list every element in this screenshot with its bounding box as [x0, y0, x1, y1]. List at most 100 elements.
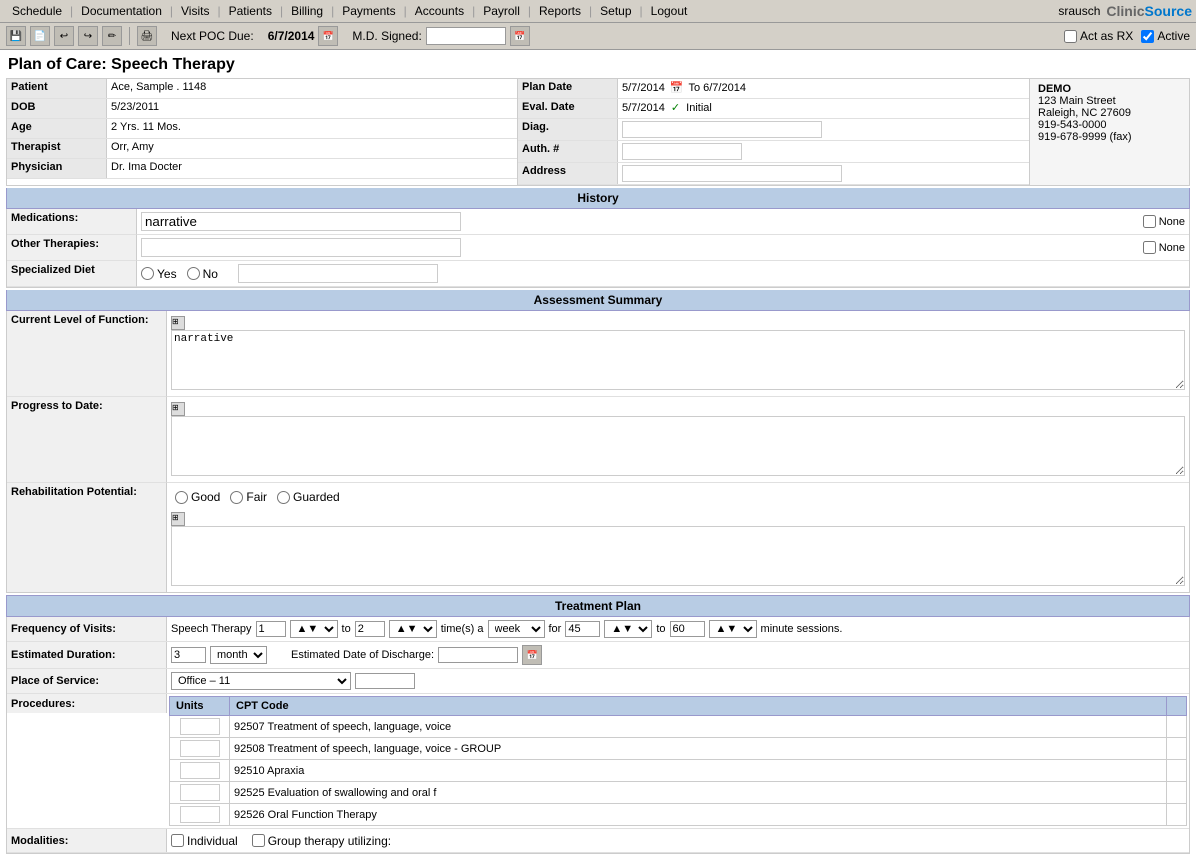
patient-info-left: Patient Ace, Sample . 1148 DOB 5/23/2011… [7, 79, 1029, 185]
diet-no-label[interactable]: No [187, 267, 218, 281]
progress-expand-icon[interactable]: ⊞ [171, 402, 185, 416]
therapist-row: Therapist Orr, Amy [7, 139, 517, 159]
current-level-expand-icon[interactable]: ⊞ [171, 316, 185, 330]
freq-from-spinner[interactable]: ▲▼ [290, 620, 338, 638]
auth-input[interactable] [622, 143, 742, 160]
medications-input[interactable] [141, 212, 461, 231]
diag-input[interactable] [622, 121, 822, 138]
print-icon[interactable]: 🖨 [137, 26, 157, 46]
group-label[interactable]: Group therapy utilizing: [252, 834, 391, 848]
username: srausch [1058, 4, 1100, 18]
individual-checkbox[interactable] [171, 834, 184, 847]
nav-payments[interactable]: Payments [334, 2, 403, 20]
rehab-expand-icon[interactable]: ⊞ [171, 512, 185, 526]
freq-period-select[interactable]: week month [488, 620, 545, 638]
medications-none-checkbox[interactable] [1143, 215, 1156, 228]
edit-icon[interactable]: ✏ [102, 26, 122, 46]
minutes-from-spinner[interactable]: ▲▼ [604, 620, 652, 638]
rehab-good-radio[interactable] [175, 491, 188, 504]
current-level-value: ⊞ narrative [167, 311, 1189, 397]
treatment-section-header: Treatment Plan [6, 595, 1190, 617]
rehab-good-label[interactable]: Good [175, 490, 220, 504]
minutes-to-spinner[interactable]: ▲▼ [709, 620, 757, 638]
forward-icon[interactable]: ↪ [78, 26, 98, 46]
other-therapies-input[interactable] [141, 238, 461, 257]
proc-unit-input[interactable] [180, 718, 220, 735]
rehab-value: Good Fair Guarded ⊞ [167, 483, 1189, 592]
place-select[interactable]: Office – 11 [171, 672, 351, 690]
proc-code-cell: 92510 Apraxia [230, 760, 1167, 782]
diet-yes-radio[interactable] [141, 267, 154, 280]
proc-scroll-cell [1167, 760, 1187, 782]
back-icon[interactable]: ↩ [54, 26, 74, 46]
proc-unit-input[interactable] [180, 740, 220, 757]
progress-textarea[interactable] [171, 416, 1185, 476]
nav-billing[interactable]: Billing [283, 2, 331, 20]
duration-input[interactable] [171, 647, 206, 663]
proc-unit-input[interactable] [180, 784, 220, 801]
plan-date-calendar-icon[interactable]: 📅 [670, 82, 684, 94]
nav-setup[interactable]: Setup [592, 2, 639, 20]
next-poc-calendar-icon[interactable]: 📅 [318, 26, 338, 46]
nav-accounts[interactable]: Accounts [407, 2, 472, 20]
other-therapies-none-label[interactable]: None [1143, 241, 1185, 254]
medications-none-label[interactable]: None [1143, 215, 1185, 228]
proc-code-cell: 92525 Evaluation of swallowing and oral … [230, 782, 1167, 804]
brand-logo: ClinicSource [1106, 3, 1192, 19]
scroll-col [1167, 697, 1187, 716]
diet-yes-label[interactable]: Yes [141, 267, 177, 281]
act-as-rx-checkbox-label[interactable]: Act as RX [1064, 29, 1133, 43]
address-row: Address [518, 163, 1029, 185]
proc-code-cell: 92508 Treatment of speech, language, voi… [230, 738, 1167, 760]
new-icon[interactable]: 📄 [30, 26, 50, 46]
rehab-guarded-label[interactable]: Guarded [277, 490, 340, 504]
act-as-rx-checkbox[interactable] [1064, 30, 1077, 43]
duration-unit-select[interactable]: month week [210, 646, 267, 664]
nav-patients[interactable]: Patients [221, 2, 280, 20]
main-content: Patient Ace, Sample . 1148 DOB 5/23/2011… [0, 78, 1196, 854]
place-value: Office – 11 [167, 669, 1189, 693]
diag-row: Diag. [518, 119, 1029, 141]
proc-unit-input[interactable] [180, 762, 220, 779]
clinic-phone: 919-543-0000 [1038, 119, 1181, 131]
freq-from-input[interactable] [256, 621, 286, 637]
group-checkbox[interactable] [252, 834, 265, 847]
nav-logout[interactable]: Logout [643, 2, 696, 20]
rehab-fair-radio[interactable] [230, 491, 243, 504]
diet-detail-input[interactable] [238, 264, 438, 283]
md-calendar-icon[interactable]: 📅 [510, 26, 530, 46]
minutes-from-input[interactable] [565, 621, 600, 637]
proc-unit-input[interactable] [180, 806, 220, 823]
current-level-textarea[interactable]: narrative [171, 330, 1185, 390]
active-checkbox[interactable] [1141, 30, 1154, 43]
nav-documentation[interactable]: Documentation [73, 2, 170, 20]
clinic-fax: 919-678-9999 (fax) [1038, 131, 1181, 143]
nav-visits[interactable]: Visits [173, 2, 217, 20]
rehab-fair-label[interactable]: Fair [230, 490, 267, 504]
discharge-date-input[interactable] [438, 647, 518, 663]
clinic-name: DEMO [1038, 83, 1181, 95]
minutes-to-input[interactable] [670, 621, 705, 637]
md-signed-input[interactable] [426, 27, 506, 45]
nav-reports[interactable]: Reports [531, 2, 589, 20]
assessment-section-header: Assessment Summary [6, 290, 1190, 311]
toolbar-separator [129, 27, 130, 45]
diet-no-radio[interactable] [187, 267, 200, 280]
rehab-guarded-radio[interactable] [277, 491, 290, 504]
address-input[interactable] [622, 165, 842, 182]
save-icon[interactable]: 💾 [6, 26, 26, 46]
freq-to-spinner[interactable]: ▲▼ [389, 620, 437, 638]
proc-scroll-cell [1167, 738, 1187, 760]
other-therapies-none-checkbox[interactable] [1143, 241, 1156, 254]
place-code-input[interactable] [355, 673, 415, 689]
individual-label[interactable]: Individual [171, 834, 238, 848]
nav-schedule[interactable]: Schedule [4, 2, 70, 20]
medications-row: None [137, 209, 1189, 235]
freq-to-input[interactable] [355, 621, 385, 637]
discharge-calendar-icon[interactable]: 📅 [522, 645, 542, 665]
rehab-textarea[interactable] [171, 526, 1185, 586]
proc-unit-cell [170, 760, 230, 782]
nav-payroll[interactable]: Payroll [475, 2, 528, 20]
active-checkbox-label[interactable]: Active [1141, 29, 1190, 43]
duration-row: Estimated Duration: month week Estimated… [7, 642, 1189, 669]
